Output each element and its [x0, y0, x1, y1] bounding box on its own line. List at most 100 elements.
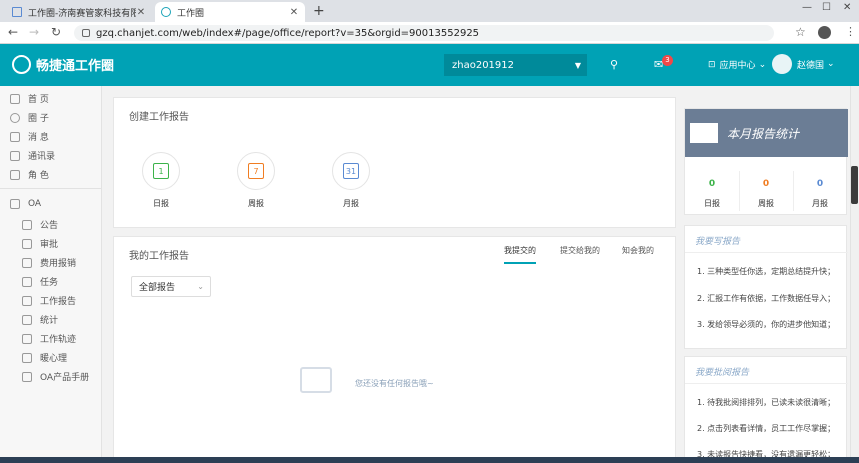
- sidebar-item-label: 审批: [40, 240, 59, 250]
- browser-tab-1[interactable]: 工作圈-济南赛管家科技有限公司 ✕: [6, 2, 152, 22]
- circle-icon: [10, 112, 20, 123]
- brand-logo[interactable]: 畅捷通工作圈: [12, 55, 114, 74]
- panel-divider: [685, 383, 848, 384]
- home-icon: [10, 93, 20, 104]
- task-icon: [22, 276, 32, 287]
- stat-value: 0: [708, 179, 716, 189]
- stat-weekly[interactable]: 0 周报: [739, 179, 793, 209]
- sidebar-item-label: 工作轨迹: [40, 335, 77, 345]
- sidebar-item-label: 费用报销: [40, 259, 77, 269]
- sidebar-item-stats[interactable]: 统计: [22, 313, 58, 326]
- sidebar-item-expense[interactable]: 费用报销: [22, 256, 76, 269]
- sidebar-item-label: 任务: [40, 278, 59, 288]
- sidebar-item-task[interactable]: 任务: [22, 275, 58, 288]
- list-item: 3. 发给领导必须的，你的进步他知道；: [697, 320, 836, 329]
- forward-icon[interactable]: →: [29, 25, 39, 39]
- report-filter-select[interactable]: 全部报告 ⌄: [131, 276, 211, 297]
- list-item: 2. 点击列表看详情，员工工作尽掌握；: [697, 424, 836, 433]
- tab-cc[interactable]: 知会我的: [622, 245, 654, 256]
- app-favicon-icon: [161, 7, 171, 17]
- app-center-menu[interactable]: ⊡ 应用中心 ⌄: [708, 58, 766, 72]
- stat-label: 周报: [758, 199, 774, 208]
- monthly-stats-card: 本月报告统计 0 日报 0 周报 0 月报: [684, 108, 848, 215]
- minimize-icon[interactable]: —: [802, 2, 812, 13]
- stat-value: 0: [762, 179, 770, 189]
- list-item: 2. 汇报工作有依据，工作数据任导入；: [697, 294, 836, 303]
- sidebar-item-home[interactable]: 首 页: [10, 92, 49, 105]
- sidebar-item-report[interactable]: 工作报告: [22, 294, 76, 307]
- stat-monthly[interactable]: 0 月报: [793, 179, 847, 209]
- chart-icon: [690, 123, 718, 143]
- chevron-down-icon: ⌄: [827, 59, 835, 69]
- close-window-icon[interactable]: ✕: [843, 2, 851, 13]
- sidebar-item-oa[interactable]: OA: [10, 199, 41, 209]
- daily-report-number: 1: [153, 163, 169, 179]
- scrollbar-thumb[interactable]: [851, 166, 858, 204]
- monthly-report-button[interactable]: 31 月报: [329, 152, 373, 209]
- bookmark-star-icon[interactable]: ☆: [795, 25, 806, 39]
- sidebar-item-label: OA: [28, 199, 42, 209]
- address-bar-row: ← → ↻ gzq.chanjet.com/web/index#/page/of…: [0, 22, 859, 44]
- stat-label: 日报: [704, 199, 720, 208]
- approval-icon: [22, 238, 32, 249]
- back-icon[interactable]: ←: [8, 25, 18, 39]
- user-menu[interactable]: 赵德国 ⌄: [772, 54, 835, 74]
- sidebar-item-role[interactable]: 角 色: [10, 168, 49, 181]
- list-item: 1. 三种类型任你选，定期总结提升快；: [697, 267, 836, 276]
- sidebar-item-label: 圈 子: [28, 114, 49, 124]
- daily-report-button[interactable]: 1 日报: [139, 152, 183, 209]
- account-icon[interactable]: [818, 26, 831, 39]
- browser-tab-2[interactable]: 工作圈 ✕: [155, 2, 305, 22]
- weekly-report-button[interactable]: 7 周报: [234, 152, 278, 209]
- weekly-report-label: 周报: [248, 199, 264, 208]
- my-reports-card: 我的工作报告 我提交的 提交给我的 知会我的 全部报告 ⌄ 您还没有任何报告哦~: [113, 236, 676, 463]
- page-scrollbar[interactable]: [850, 86, 859, 463]
- sidebar-item-announcement[interactable]: 公告: [22, 218, 58, 231]
- expense-icon: [22, 257, 32, 268]
- write-report-panel: 我要写报告 1. 三种类型任你选，定期总结提升快； 2. 汇报工作有依据，工作数…: [684, 225, 848, 349]
- oa-icon: [10, 199, 20, 209]
- sidebar-item-label: 通讯录: [28, 152, 56, 162]
- sidebar-item-label: 暖心理: [40, 354, 68, 364]
- announcement-icon: [22, 219, 32, 230]
- tab-received[interactable]: 提交给我的: [560, 245, 600, 256]
- org-select-value: zhao201912: [452, 59, 515, 71]
- sidebar-divider: [0, 188, 102, 189]
- daily-report-icon: 1: [142, 152, 180, 190]
- monthly-report-icon: 31: [332, 152, 370, 190]
- close-icon[interactable]: ✕: [289, 7, 299, 18]
- reload-icon[interactable]: ↻: [51, 25, 61, 39]
- sidebar-item-heart[interactable]: 暖心理: [22, 351, 67, 364]
- new-tab-icon[interactable]: +: [313, 3, 325, 19]
- sidebar-item-label: 工作报告: [40, 297, 77, 307]
- stat-label: 月报: [812, 199, 828, 208]
- stats-icon: [22, 314, 32, 325]
- sidebar-item-track[interactable]: 工作轨迹: [22, 332, 76, 345]
- sidebar-item-approval[interactable]: 审批: [22, 237, 58, 250]
- sidebar-item-contacts[interactable]: 通讯录: [10, 149, 55, 162]
- close-icon[interactable]: ✕: [136, 7, 146, 18]
- stat-daily[interactable]: 0 日报: [685, 179, 739, 209]
- sidebar-item-label: 统计: [40, 316, 59, 326]
- page-icon: [12, 7, 22, 17]
- filter-value: 全部报告: [139, 283, 176, 293]
- heart-icon: [22, 352, 32, 363]
- sidebar-item-manual[interactable]: OA产品手册: [22, 370, 89, 383]
- sidebar-item-circle[interactable]: 圈 子: [10, 111, 49, 124]
- role-icon: [10, 169, 20, 180]
- search-icon[interactable]: ⚲: [610, 58, 618, 71]
- track-icon: [22, 333, 32, 344]
- manual-icon: [22, 371, 32, 382]
- tab-submitted[interactable]: 我提交的: [504, 245, 536, 264]
- more-menu-icon[interactable]: ⋮: [845, 25, 856, 38]
- caret-down-icon: ▼: [574, 60, 581, 70]
- monthly-report-number: 31: [343, 163, 359, 179]
- contacts-icon: [10, 150, 20, 161]
- brand-name: 畅捷通工作圈: [36, 59, 115, 74]
- org-select[interactable]: zhao201912 ▼: [444, 54, 587, 76]
- maximize-icon[interactable]: ☐: [822, 2, 831, 13]
- sidebar-item-message[interactable]: 消 息: [10, 130, 49, 143]
- avatar: [772, 54, 792, 74]
- report-icon: [22, 295, 32, 306]
- url-field[interactable]: gzq.chanjet.com/web/index#/page/office/r…: [74, 25, 774, 41]
